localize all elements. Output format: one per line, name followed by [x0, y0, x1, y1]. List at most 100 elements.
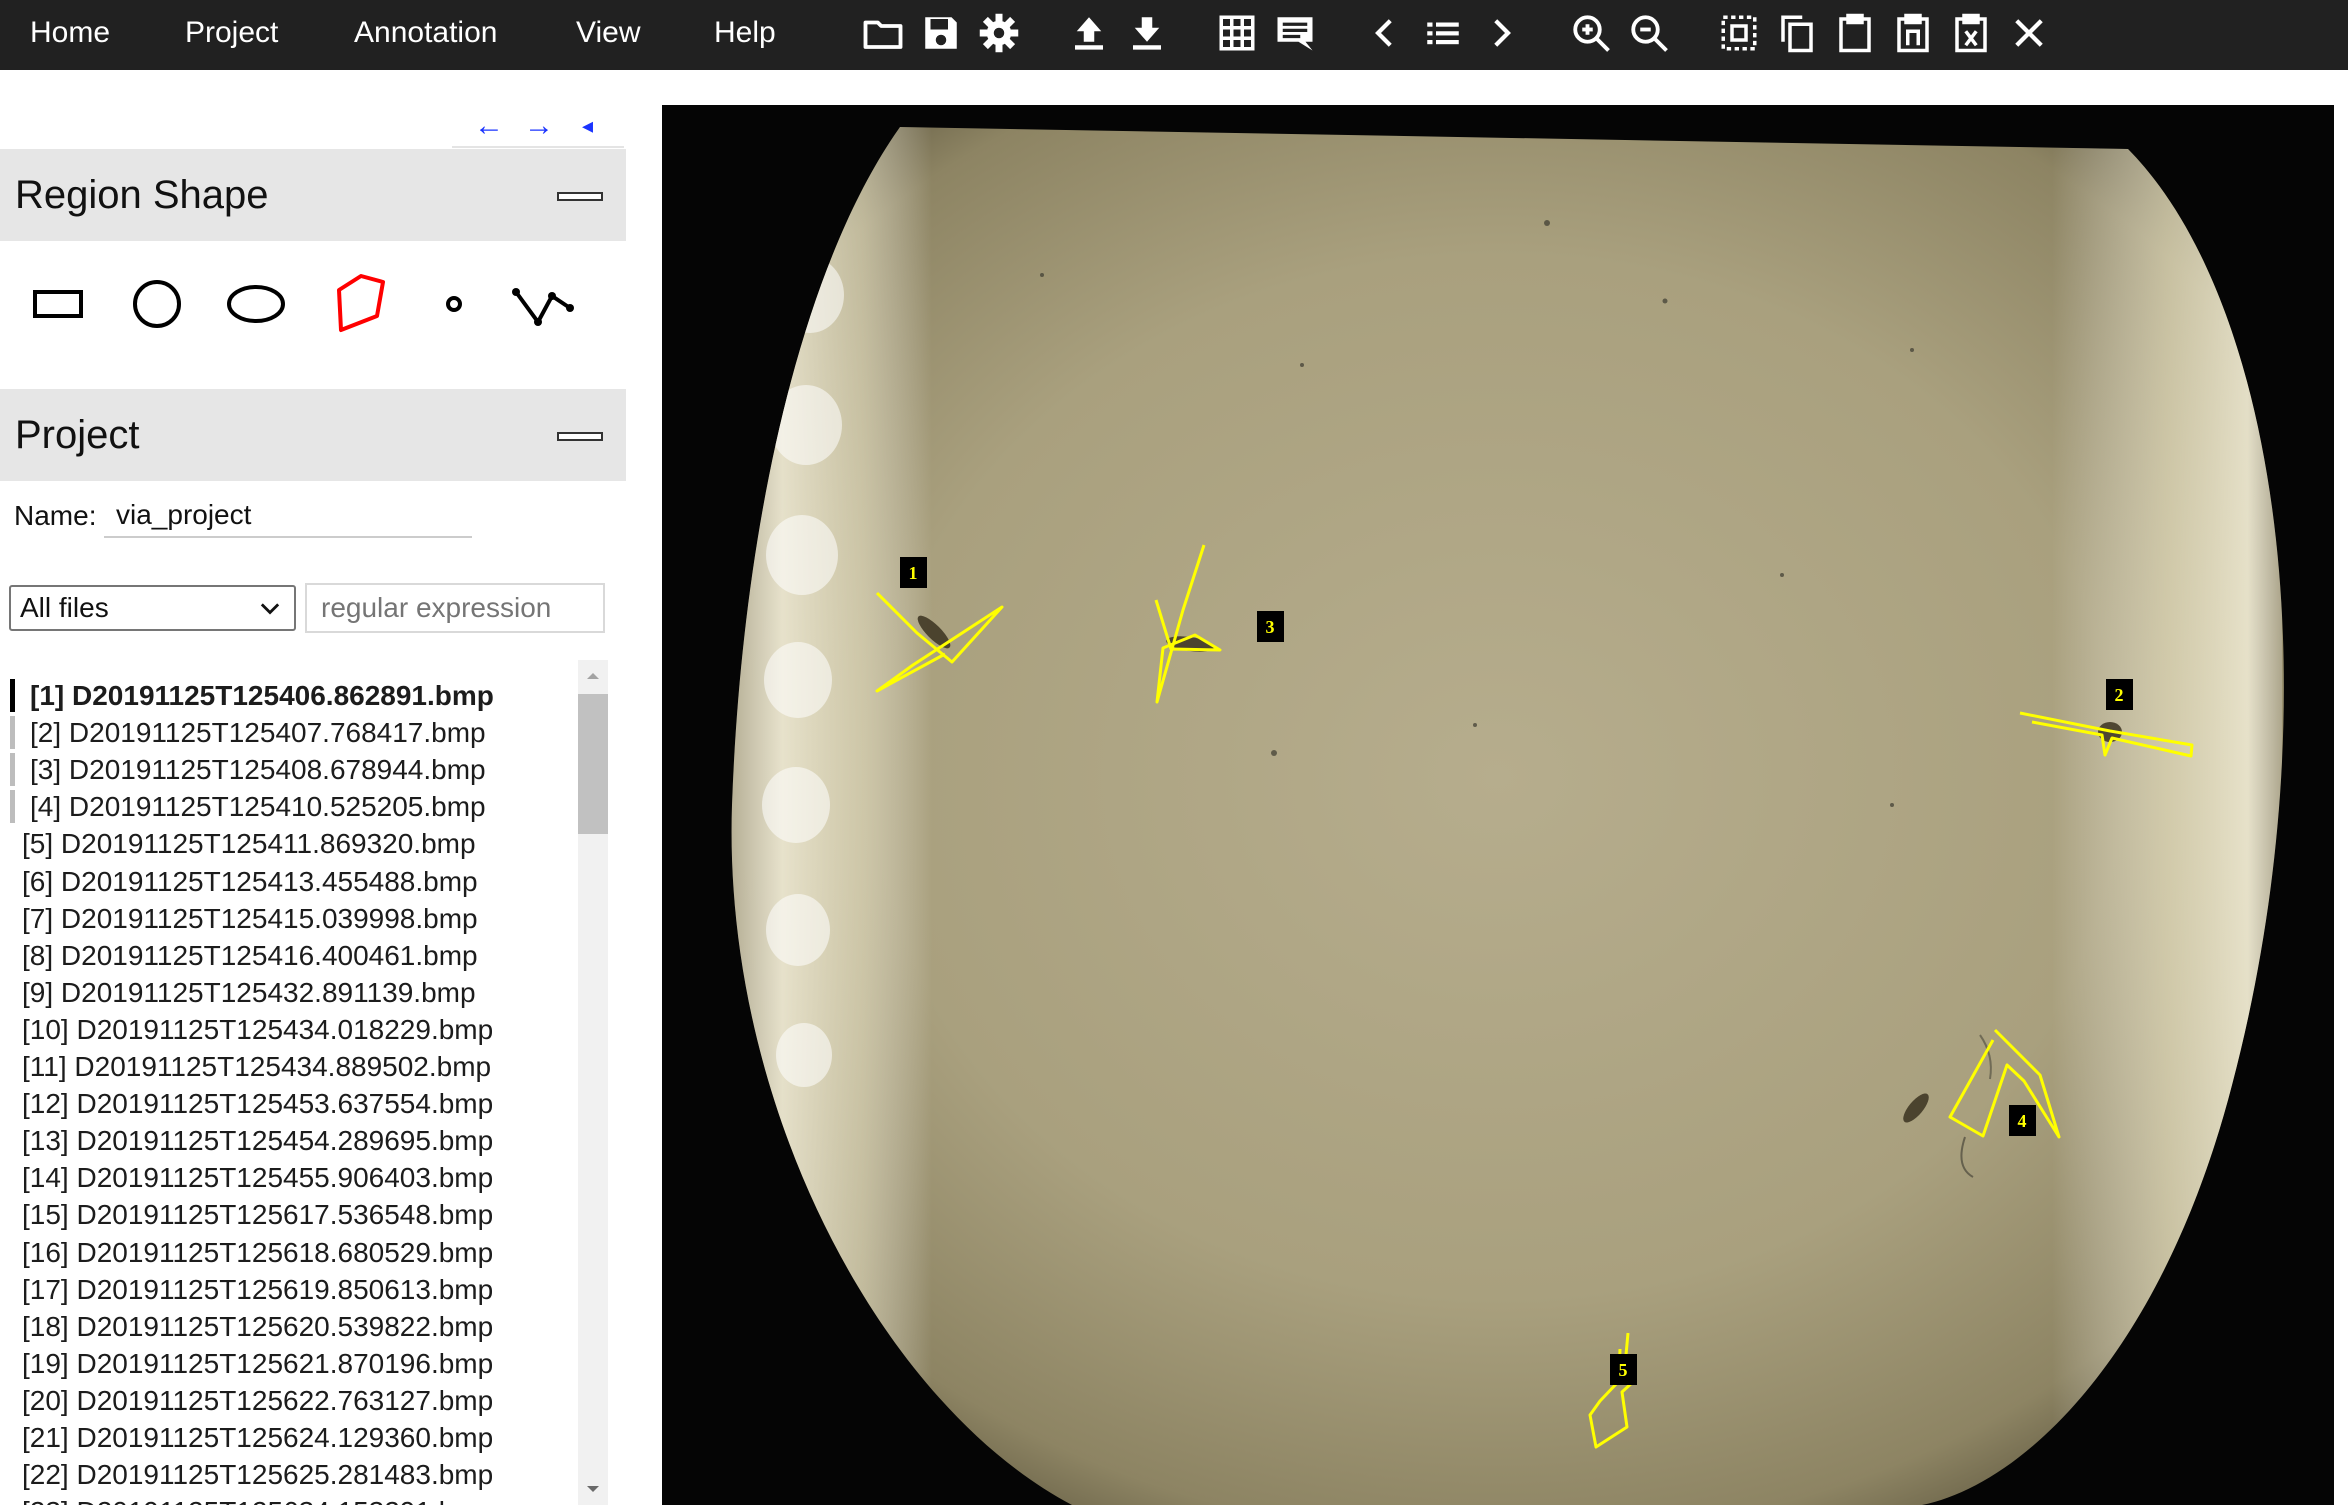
file-name: [14] D20191125T125455.906403.bmp: [22, 1162, 494, 1194]
save-icon[interactable]: [920, 12, 962, 54]
file-list-item[interactable]: [4] D20191125T125410.525205.bmp: [10, 788, 486, 825]
menu-project[interactable]: Project: [185, 0, 278, 66]
file-name: [17] D20191125T125619.850613.bmp: [22, 1273, 494, 1305]
zoom-out-icon[interactable]: [1628, 12, 1670, 54]
paste-icon[interactable]: [1834, 12, 1876, 54]
scroll-down-icon[interactable]: [578, 1475, 608, 1505]
file-list-item[interactable]: [1] D20191125T125406.862891.bmp: [10, 677, 494, 714]
file-name: [21] D20191125T125624.129360.bmp: [22, 1422, 494, 1453]
file-loaded-marker: [10, 716, 15, 750]
file-name: [6] D20191125T125413.455488.bmp: [22, 865, 478, 897]
menu-annotation[interactable]: Annotation: [354, 0, 497, 66]
paste-n-icon[interactable]: [1892, 12, 1934, 54]
file-name: [8] D20191125T125416.400461.bmp: [22, 939, 478, 971]
select-all-icon[interactable]: [1718, 12, 1760, 54]
file-list-item[interactable]: [12] D20191125T125453.637554.bmp: [22, 1085, 493, 1122]
file-loaded-marker: [10, 790, 15, 824]
file-list-item[interactable]: [3] D20191125T125408.678944.bmp: [10, 751, 486, 788]
polygon-shape-button[interactable]: [319, 268, 391, 340]
menu-view[interactable]: View: [576, 0, 640, 66]
next-icon[interactable]: [1480, 12, 1522, 54]
download-icon[interactable]: [1126, 12, 1168, 54]
scroll-up-icon[interactable]: [578, 660, 608, 690]
file-list-item[interactable]: [15] D20191125T125617.536548.bmp: [22, 1196, 493, 1233]
project-name-input[interactable]: [104, 494, 472, 538]
file-list-scrollbar[interactable]: [578, 660, 608, 1505]
file-list-item[interactable]: [17] D20191125T125619.850613.bmp: [22, 1271, 493, 1308]
close-icon[interactable]: [2008, 12, 2050, 54]
region-shape-header[interactable]: Region Shape: [0, 149, 626, 241]
region-shape-title: Region Shape: [15, 173, 269, 217]
file-name: [18] D20191125T125620.539822.bmp: [22, 1310, 494, 1342]
file-loaded-marker: [10, 679, 15, 712]
file-list-item[interactable]: [8] D20191125T125416.400461.bmp: [22, 937, 478, 974]
file-name: [19] D20191125T125621.870196.bmp: [22, 1347, 494, 1379]
next-arrow[interactable]: →: [524, 108, 554, 144]
grid-view-icon[interactable]: [1216, 12, 1258, 54]
file-name: [9] D20191125T125432.891139.bmp: [22, 976, 476, 1008]
microscope-image: [731, 127, 2284, 1505]
file-name: [7] D20191125T125415.039998.bmp: [22, 902, 478, 934]
menu-home[interactable]: Home: [30, 0, 110, 66]
collapse-panel-arrow[interactable]: ◂: [582, 108, 593, 144]
file-name: [16] D20191125T125618.680529.bmp: [22, 1236, 494, 1268]
zoom-in-icon[interactable]: [1570, 12, 1612, 54]
file-list-item[interactable]: [2] D20191125T125407.768417.bmp: [10, 714, 486, 751]
file-filter-select[interactable]: All files: [9, 585, 296, 631]
file-list-item[interactable]: [18] D20191125T125620.539822.bmp: [22, 1308, 493, 1345]
ellipse-shape-button[interactable]: [220, 268, 292, 340]
copy-icon[interactable]: [1776, 12, 1818, 54]
circle-shape-button[interactable]: [121, 268, 193, 340]
menu-help[interactable]: Help: [714, 0, 776, 66]
file-list-item[interactable]: [5] D20191125T125411.869320.bmp: [22, 825, 476, 862]
panel-nav: ← → ◂: [452, 106, 624, 148]
file-list-item[interactable]: [10] D20191125T125434.018229.bmp: [22, 1011, 493, 1048]
file-name: [3] D20191125T125408.678944.bmp: [30, 754, 486, 786]
file-name: [4] D20191125T125410.525205.bmp: [30, 791, 486, 823]
file-list-item[interactable]: [20] D20191125T125622.763127.bmp: [22, 1382, 493, 1419]
region-label-5: 5: [1619, 1360, 1628, 1380]
scrollbar-thumb[interactable]: [578, 694, 608, 834]
file-list-item[interactable]: [14] D20191125T125455.906403.bmp: [22, 1159, 493, 1196]
file-name: [22] D20191125T125625.281483.bmp: [22, 1459, 494, 1491]
chevron-down-icon: [260, 603, 280, 615]
settings-icon[interactable]: [978, 12, 1020, 54]
project-title: Project: [15, 413, 140, 457]
top-toolbar: Home Project Annotation View Help: [0, 0, 2348, 70]
file-list-item[interactable]: [9] D20191125T125432.891139.bmp: [22, 974, 476, 1011]
file-name: [10] D20191125T125434.018229.bmp: [22, 1013, 494, 1045]
regex-filter-input[interactable]: [305, 583, 605, 633]
comment-icon[interactable]: [1274, 12, 1316, 54]
file-name: [20] D20191125T125622.763127.bmp: [22, 1384, 494, 1416]
point-shape-button[interactable]: [418, 268, 490, 340]
collapse-icon[interactable]: [557, 432, 603, 441]
file-name: [15] D20191125T125617.536548.bmp: [22, 1199, 494, 1231]
project-name-label: Name:: [14, 500, 97, 531]
image-canvas[interactable]: 1 2 3 4 5: [662, 105, 2334, 1505]
file-list-item[interactable]: [16] D20191125T125618.680529.bmp: [22, 1234, 493, 1271]
file-name: [23] D20191125T125634.153291.bmp: [22, 1496, 493, 1505]
file-list-item[interactable]: [23] D20191125T125634.153291.bmp: [22, 1493, 493, 1505]
upload-icon[interactable]: [1068, 12, 1110, 54]
file-list-item[interactable]: [6] D20191125T125413.455488.bmp: [22, 863, 478, 900]
file-name: [1] D20191125T125406.862891.bmp: [30, 680, 494, 711]
file-list-item[interactable]: [7] D20191125T125415.039998.bmp: [22, 900, 478, 937]
file-list-item[interactable]: [22] D20191125T125625.281483.bmp: [22, 1456, 493, 1493]
file-list: [1] D20191125T125406.862891.bmp [2] D2019…: [0, 657, 575, 1505]
folder-open-icon[interactable]: [862, 12, 904, 54]
file-filter-value: All files: [20, 592, 109, 623]
rectangle-shape-button[interactable]: [22, 268, 94, 340]
project-header[interactable]: Project: [0, 389, 626, 481]
collapse-icon[interactable]: [557, 192, 603, 201]
list-icon[interactable]: [1422, 12, 1464, 54]
delete-icon[interactable]: [1950, 12, 1992, 54]
file-name: [2] D20191125T125407.768417.bmp: [30, 717, 486, 749]
polyline-shape-button[interactable]: [508, 268, 580, 340]
file-list-item[interactable]: [21] D20191125T125624.129360.bmp: [22, 1419, 493, 1456]
file-list-item[interactable]: [13] D20191125T125454.289695.bmp: [22, 1122, 493, 1159]
file-list-item[interactable]: [19] D20191125T125621.870196.bmp: [22, 1345, 493, 1382]
file-list-item[interactable]: [11] D20191125T125434.889502.bmp: [22, 1048, 491, 1085]
previous-icon[interactable]: [1364, 12, 1406, 54]
prev-arrow[interactable]: ←: [474, 108, 504, 144]
file-name: [12] D20191125T125453.637554.bmp: [22, 1088, 494, 1120]
